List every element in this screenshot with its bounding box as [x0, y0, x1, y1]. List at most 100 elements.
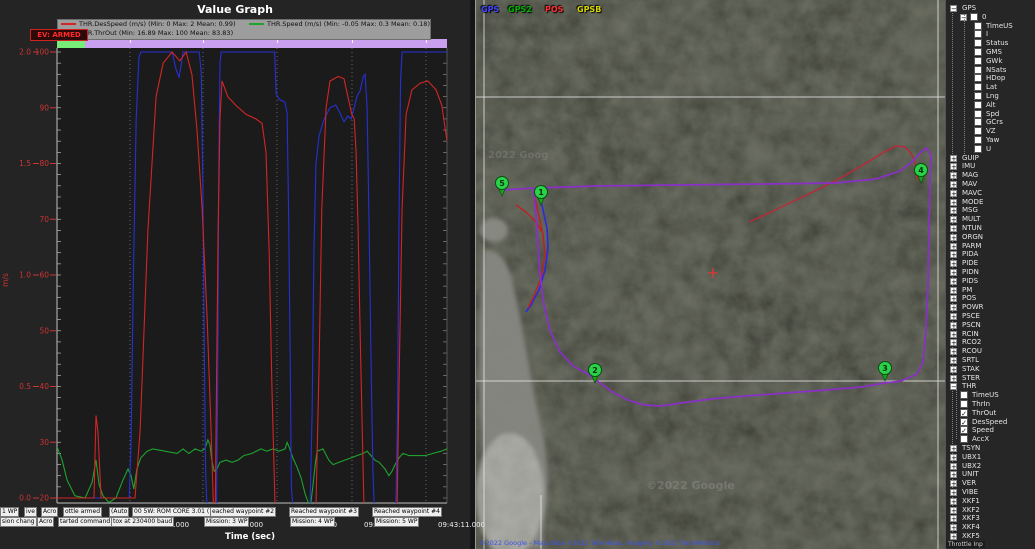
expand-icon[interactable]: + — [950, 189, 957, 197]
tree-node-label[interactable]: PARM — [962, 242, 981, 251]
expand-icon[interactable]: + — [950, 304, 957, 312]
checkbox-hdop[interactable] — [974, 74, 982, 83]
checkbox-vz[interactable] — [974, 127, 982, 136]
tree-node-label[interactable]: GMS — [986, 48, 1002, 57]
checkbox-alt[interactable] — [974, 100, 982, 109]
tree-node-label[interactable]: GUIP — [962, 154, 979, 163]
tree-node-label[interactable]: TimeUS — [972, 391, 999, 400]
expand-icon[interactable]: + — [950, 242, 957, 250]
tree-node-label[interactable]: UNIT — [962, 470, 979, 479]
expand-icon[interactable]: + — [950, 321, 957, 329]
tree-node-label[interactable]: GCrs — [986, 118, 1003, 127]
tree-node-label[interactable]: VIBE — [962, 488, 978, 497]
tree-node-label[interactable]: TimeUS — [986, 22, 1013, 31]
expand-icon[interactable]: + — [950, 462, 957, 470]
checkbox-timeus[interactable] — [974, 21, 982, 30]
expand-icon[interactable]: + — [950, 374, 957, 382]
tree-node-label[interactable]: PIDS — [962, 277, 978, 286]
log-message-tree[interactable]: − GPS −0 TimeUS I Status GMS GWk NSats HDop Lat Lng… — [945, 0, 1035, 549]
tree-node-label[interactable]: UBX2 — [962, 462, 981, 471]
tree-node-label[interactable]: POWR — [962, 303, 984, 312]
checkbox-yaw[interactable] — [974, 136, 982, 144]
tree-node-label[interactable]: IMU — [962, 162, 975, 171]
checkbox-thrin[interactable] — [960, 400, 968, 408]
tree-node-label[interactable]: Status — [986, 39, 1008, 48]
checkbox-lat[interactable] — [974, 83, 982, 92]
expand-icon[interactable]: + — [950, 480, 957, 488]
tree-node-label[interactable]: PSCE — [962, 312, 980, 321]
tree-node-label[interactable]: ORGN — [962, 233, 983, 242]
tree-node-label[interactable]: Yaw — [986, 136, 999, 145]
tree-node-label[interactable]: GPS — [962, 4, 976, 13]
tree-node-label[interactable]: POS — [962, 294, 976, 303]
tree-node-label[interactable]: SRTL — [962, 356, 979, 365]
tree-node-label[interactable]: AccX — [972, 435, 989, 444]
checkbox-nsats[interactable] — [974, 65, 982, 74]
map-panel[interactable]: 2022 Goog ©2022 Google 1 2 3 4 5 GPS GPS2 POS GPS… — [475, 0, 946, 549]
tree-node-label[interactable]: XKF1 — [962, 497, 980, 506]
tree-node-label[interactable]: XKF3 — [962, 514, 980, 523]
tree-node-label[interactable]: PSCN — [962, 321, 981, 330]
expand-icon[interactable]: + — [950, 365, 957, 373]
tree-node-label[interactable]: U — [986, 145, 991, 154]
tree-node-label[interactable]: UBX1 — [962, 453, 981, 462]
tree-node-label[interactable]: Lat — [986, 83, 997, 92]
expand-icon[interactable]: + — [950, 489, 957, 497]
tree-node-label[interactable]: XKF4 — [962, 523, 980, 532]
tree-node-label[interactable]: PIDA — [962, 250, 978, 259]
checkbox-u[interactable] — [974, 144, 982, 153]
expand-icon[interactable]: + — [950, 216, 957, 224]
tree-node-label[interactable]: RCIN — [962, 330, 979, 339]
checkbox-timeus[interactable] — [960, 391, 968, 400]
expand-icon[interactable]: + — [950, 225, 957, 233]
expand-icon[interactable]: + — [950, 207, 957, 215]
expand-icon[interactable]: + — [950, 233, 957, 241]
checkbox-lng[interactable] — [974, 92, 982, 100]
map-layer-toggle-gps2[interactable]: GPS2 — [508, 5, 532, 14]
expand-icon[interactable]: + — [950, 515, 957, 523]
checkbox-desspeed[interactable]: ✓ — [960, 417, 968, 427]
expand-icon[interactable]: + — [950, 154, 957, 162]
tree-node-label[interactable]: MSG — [962, 206, 978, 215]
tree-node-label[interactable]: STAK — [962, 365, 980, 374]
expand-icon[interactable]: + — [950, 453, 957, 461]
expand-icon[interactable]: + — [950, 445, 957, 453]
tree-node-label[interactable]: HDop — [986, 74, 1005, 83]
checkbox-gwk[interactable] — [974, 56, 982, 65]
checkbox-spd[interactable] — [974, 109, 982, 118]
tree-node-label[interactable]: Lng — [986, 92, 999, 101]
tree-node-label[interactable]: MAV — [962, 180, 977, 189]
checkbox-gms[interactable] — [974, 48, 982, 56]
tree-node-label[interactable]: RCOU — [962, 347, 982, 356]
tree-node-label[interactable]: Spd — [986, 110, 999, 119]
tree-node-label[interactable]: DesSpeed — [972, 418, 1007, 427]
expand-icon[interactable]: + — [950, 286, 957, 294]
checkbox-i[interactable] — [974, 30, 982, 39]
expand-icon[interactable]: + — [950, 181, 957, 189]
tree-node-label[interactable]: PM — [962, 286, 972, 295]
tree-node-label[interactable]: STER — [962, 374, 980, 383]
checkbox-0[interactable] — [970, 12, 978, 21]
expand-icon[interactable]: + — [950, 506, 957, 514]
tree-node-label[interactable]: XKF2 — [962, 506, 980, 515]
expand-icon[interactable]: + — [950, 260, 957, 268]
expand-icon[interactable]: + — [950, 251, 957, 259]
tree-node-label[interactable]: NSats — [986, 66, 1006, 75]
tree-node-label[interactable]: VZ — [986, 127, 996, 136]
expand-icon[interactable]: + — [950, 471, 957, 479]
expand-icon[interactable]: + — [950, 313, 957, 321]
checkbox-gcrs[interactable] — [974, 118, 982, 127]
tree-node-label[interactable]: NTUN — [962, 224, 982, 233]
expand-icon[interactable]: + — [950, 295, 957, 303]
expand-icon[interactable]: + — [950, 533, 957, 541]
expand-icon[interactable]: + — [950, 348, 957, 356]
tree-node-label[interactable]: GWk — [986, 57, 1002, 66]
tree-node-label[interactable]: MAVC — [962, 189, 982, 198]
map-canvas[interactable]: 2022 Goog ©2022 Google 1 2 3 4 5 — [476, 0, 946, 549]
expand-icon[interactable]: + — [950, 198, 957, 206]
tree-node-label[interactable]: ThrOut — [972, 409, 996, 418]
tree-node-label[interactable]: RCO2 — [962, 338, 981, 347]
tree-node-label[interactable]: MULT — [962, 215, 980, 224]
expand-icon[interactable]: + — [950, 163, 957, 171]
expand-icon[interactable]: + — [950, 172, 957, 180]
